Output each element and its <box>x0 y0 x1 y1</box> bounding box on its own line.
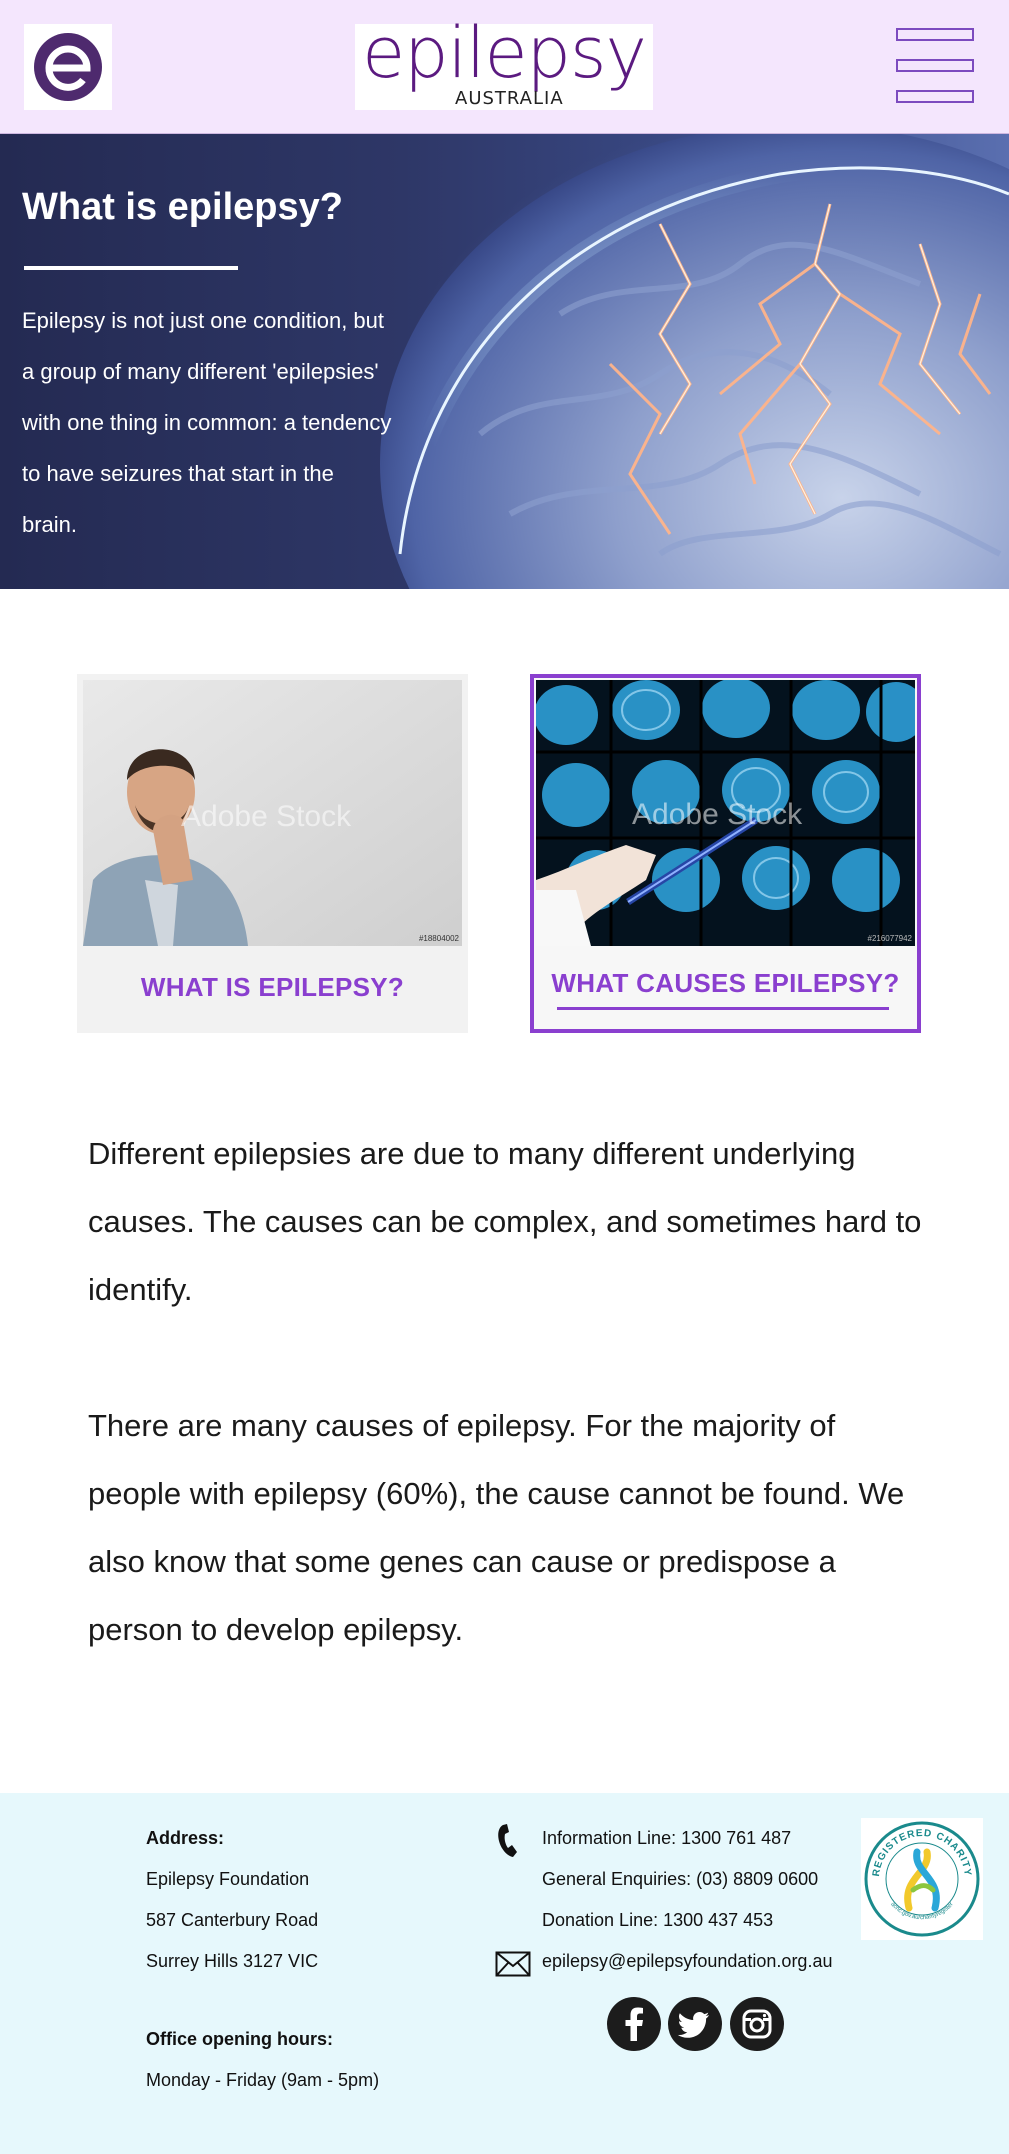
registered-charity-badge[interactable]: REGISTERED CHARITY acnc.gov.au/charityre… <box>861 1818 983 1940</box>
card-label: WHAT IS EPILEPSY? <box>140 972 405 1002</box>
hero-divider <box>24 266 238 270</box>
hours-text: Monday - Friday (9am - 5pm) <box>146 2070 380 2090</box>
phone-icon <box>498 1824 517 1857</box>
site-footer: Address: Epilepsy Foundation 587 Canterb… <box>0 1793 1009 2154</box>
brain-scan-image: Adobe Stock #216077942 <box>536 680 915 946</box>
facebook-icon[interactable] <box>607 1997 661 2051</box>
stock-watermark: Adobe Stock <box>181 800 352 833</box>
email-icon <box>495 1951 531 1977</box>
card-label: WHAT CAUSES EPILEPSY? <box>551 968 900 998</box>
email-link[interactable]: epilepsy@epilepsyfoundation.org.au <box>542 1951 832 1972</box>
hours-heading: Office opening hours: <box>146 2029 333 2049</box>
donation-line[interactable]: Donation Line: 1300 437 453 <box>542 1910 773 1931</box>
brand-name: epilepsy <box>362 12 647 94</box>
instagram-icon[interactable] <box>730 1997 784 2051</box>
general-enquiries[interactable]: General Enquiries: (03) 8809 0600 <box>542 1869 818 1890</box>
home-logo[interactable] <box>24 24 112 110</box>
thinking-man-image: Adobe Stock #18804002 <box>83 680 462 946</box>
brand-subtitle: AUSTRALIA <box>455 88 564 109</box>
card-active-underline <box>557 1007 889 1010</box>
menu-bar <box>896 28 974 41</box>
brain-lightning-image <box>380 134 1009 589</box>
hero-description: Epilepsy is not just one condition, but … <box>22 308 392 537</box>
epilepsy-e-logo-icon <box>34 33 102 101</box>
site-header: epilepsy AUSTRALIA <box>0 0 1009 134</box>
address-line: 587 Canterbury Road <box>146 1910 319 1930</box>
hero-banner: What is epilepsy? Epilepsy is not just o… <box>0 134 1009 589</box>
registered-charity-icon: REGISTERED CHARITY acnc.gov.au/charityre… <box>864 1821 980 1937</box>
stock-number: #18804002 <box>418 934 459 943</box>
stock-number: #216077942 <box>867 934 913 943</box>
hero-title: What is epilepsy? <box>22 186 343 228</box>
address-heading: Address: <box>146 1828 225 1848</box>
address-line: Epilepsy Foundation <box>146 1869 310 1889</box>
address-line: Surrey Hills 3127 VIC <box>146 1951 319 1971</box>
stock-watermark: Adobe Stock <box>632 798 803 831</box>
info-line[interactable]: Information Line: 1300 761 487 <box>542 1828 791 1849</box>
hamburger-menu-icon[interactable] <box>892 24 982 110</box>
causes-paragraph-2: There are many causes of epilepsy. For t… <box>88 1408 905 1647</box>
brand-logo[interactable]: epilepsy AUSTRALIA <box>355 18 653 110</box>
menu-bar <box>896 90 974 103</box>
card-what-is-epilepsy[interactable]: Adobe Stock #18804002 WHAT IS EPILEPSY? <box>77 674 468 1033</box>
menu-bar <box>896 59 974 72</box>
causes-paragraph-1: Different epilepsies are due to many dif… <box>88 1136 922 1307</box>
card-what-causes-epilepsy[interactable]: Adobe Stock #216077942 WHAT CAUSES EPILE… <box>530 674 921 1033</box>
twitter-icon[interactable] <box>668 1997 722 2051</box>
